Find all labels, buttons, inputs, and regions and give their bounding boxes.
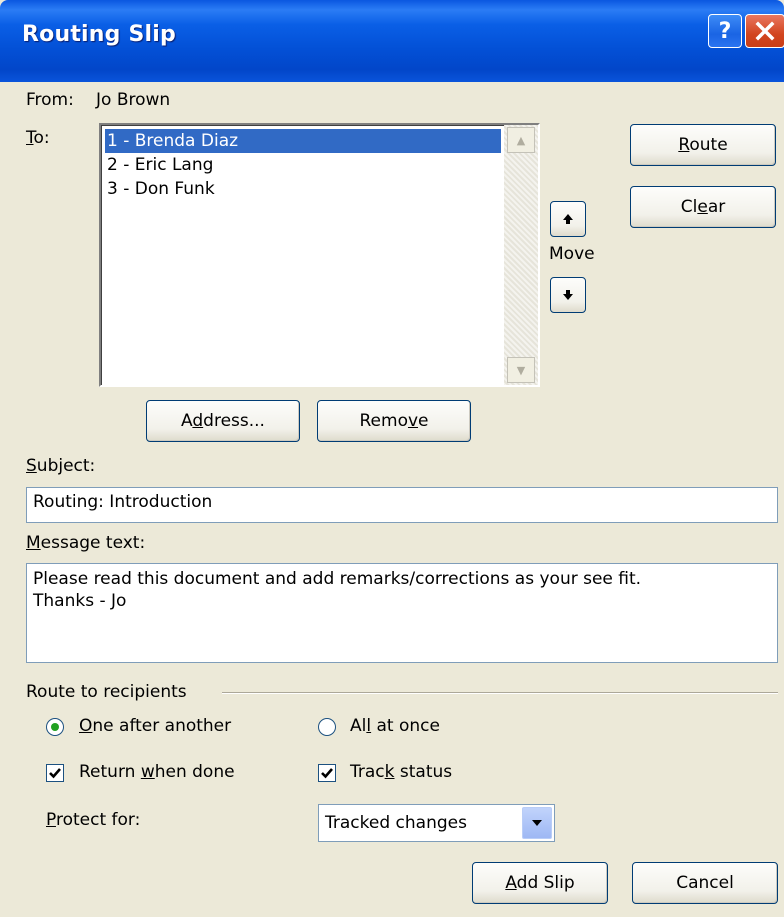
cancel-button[interactable]: Cancel: [632, 862, 778, 904]
list-item[interactable]: 1 - Brenda Diaz: [105, 129, 501, 153]
chevron-down-icon: [532, 820, 542, 826]
route-button[interactable]: Route: [630, 124, 776, 166]
close-icon: [755, 21, 775, 41]
dropdown-button[interactable]: [522, 807, 552, 839]
scroll-up-button[interactable]: ▲: [507, 127, 535, 153]
from-label: From:: [26, 90, 74, 110]
scrollbar[interactable]: ▲ ▼: [504, 125, 538, 385]
protect-for-value: Tracked changes: [325, 813, 467, 833]
close-button[interactable]: [745, 14, 784, 48]
checkmark-icon: [321, 768, 333, 779]
to-label: To:: [26, 128, 50, 148]
message-label: Message text:: [26, 533, 146, 553]
from-value: Jo Brown: [96, 90, 171, 110]
return-when-done-label: Return when done: [79, 762, 235, 782]
title-bar[interactable]: Routing Slip ?: [0, 0, 784, 82]
group-divider: [222, 692, 778, 694]
move-label: Move: [549, 244, 595, 264]
checkmark-icon: [49, 768, 61, 779]
remove-button-label: Remove: [359, 411, 429, 431]
clear-button-label: Clear: [680, 197, 726, 217]
route-button-label: Route: [678, 135, 728, 155]
all-at-once-radio[interactable]: [318, 718, 336, 736]
protect-for-label: Protect for:: [46, 810, 141, 830]
subject-input[interactable]: Routing: Introduction: [26, 487, 778, 523]
subject-label: Subject:: [26, 456, 96, 476]
down-arrow-icon: [563, 290, 573, 300]
recipients-list[interactable]: 1 - Brenda Diaz 2 - Eric Lang 3 - Don Fu…: [99, 123, 540, 387]
up-arrow-icon: [563, 214, 573, 224]
help-button[interactable]: ?: [708, 14, 742, 48]
move-up-button[interactable]: [550, 201, 586, 237]
scroll-down-button[interactable]: ▼: [507, 357, 535, 383]
track-status-checkbox[interactable]: [318, 764, 336, 782]
scroll-down-icon: ▼: [516, 363, 526, 377]
track-status-label: Track status: [350, 762, 453, 782]
list-item[interactable]: 2 - Eric Lang: [105, 153, 501, 177]
clear-button[interactable]: Clear: [630, 186, 776, 228]
move-down-button[interactable]: [550, 277, 586, 313]
protect-for-select[interactable]: Tracked changes: [318, 804, 555, 842]
remove-button[interactable]: Remove: [317, 400, 471, 442]
scroll-up-icon: ▲: [516, 133, 526, 147]
add-slip-button[interactable]: Add Slip: [472, 862, 608, 904]
question-mark-icon: ?: [718, 18, 732, 44]
route-group-label: Route to recipients: [26, 682, 187, 702]
all-at-once-label: All at once: [350, 716, 440, 736]
return-when-done-checkbox[interactable]: [46, 764, 64, 782]
one-after-another-radio[interactable]: [46, 718, 64, 736]
cancel-button-label: Cancel: [676, 873, 734, 893]
address-button-label: Address...: [181, 411, 265, 431]
window-title: Routing Slip: [22, 22, 176, 47]
list-item[interactable]: 3 - Don Funk: [105, 177, 501, 201]
one-after-another-label: One after another: [79, 716, 232, 736]
address-button[interactable]: Address...: [146, 400, 300, 442]
message-textarea[interactable]: Please read this document and add remark…: [26, 563, 778, 663]
add-slip-button-label: Add Slip: [505, 873, 575, 893]
